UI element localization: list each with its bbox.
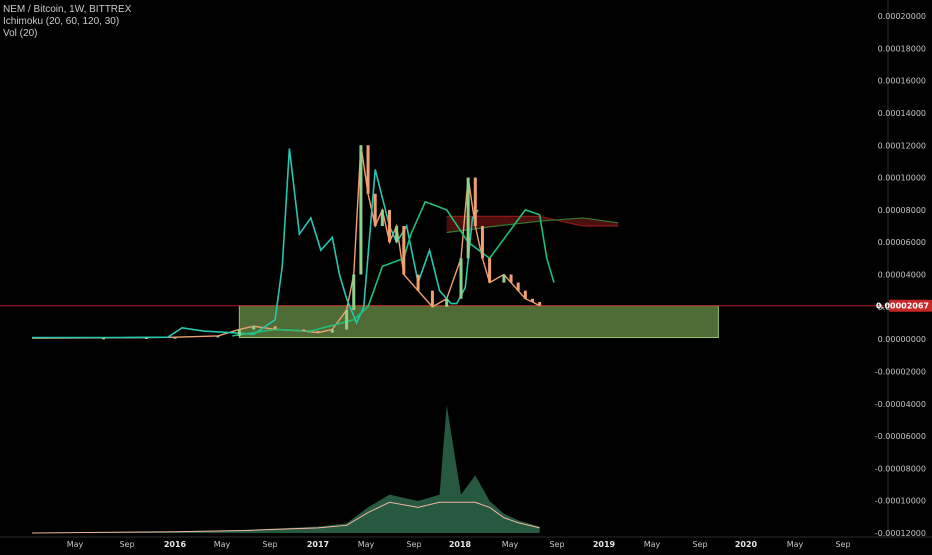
price-candle[interactable] (237, 329, 241, 336)
price-candle[interactable] (366, 145, 370, 194)
price-candle[interactable] (273, 326, 277, 330)
price-candle[interactable] (359, 145, 363, 275)
price-candle[interactable] (395, 226, 399, 243)
chart-canvas[interactable]: May Sep 2016 May Sep 2017 May Sep 2018 May Sep 2019… (0, 0, 932, 550)
y-tick-label: -0.00006000 (875, 432, 926, 441)
price-candle[interactable] (302, 329, 306, 332)
price-candle[interactable] (388, 209, 391, 243)
x-tick-label: 2018 (449, 540, 472, 549)
price-candle[interactable] (144, 337, 148, 340)
chart-legend: NEM / Bitcoin, 1W, BITTREX Ichimoku (20,… (3, 4, 131, 40)
y-tick-label: 0.00012000 (878, 141, 926, 150)
price-candle[interactable] (459, 258, 463, 299)
price-candle[interactable] (523, 290, 527, 299)
y-tick-label: -0.00002000 (875, 367, 926, 376)
x-tick-label: 2020 (735, 540, 758, 549)
y-tick-label: 0.00018000 (878, 44, 926, 53)
y-tick-label: 0.00016000 (878, 77, 926, 86)
price-candle[interactable] (516, 282, 520, 291)
y-tick-label: 0.00004000 (878, 271, 926, 280)
y-tick-label: 0.00014000 (878, 109, 926, 118)
x-tick-label: May (502, 540, 519, 549)
price-candle[interactable] (502, 274, 506, 283)
y-tick-label: 0.00000000 (878, 335, 926, 344)
price-candle[interactable] (173, 337, 177, 339)
price-candle[interactable] (380, 209, 384, 227)
price-candle[interactable] (402, 226, 406, 275)
y-tick-label: -0.00010000 (875, 497, 926, 506)
price-candle[interactable] (352, 274, 356, 311)
price-candle[interactable] (445, 298, 449, 307)
price-candle[interactable] (316, 331, 320, 333)
x-tick-label: 2017 (307, 540, 329, 549)
x-tick-label: May (787, 540, 804, 549)
price-candle[interactable] (216, 335, 220, 338)
support-zone-rect[interactable] (238, 305, 719, 339)
price-pane[interactable] (0, 0, 932, 538)
x-tick-label: May (67, 540, 84, 549)
legend-ichimoku[interactable]: Ichimoku (20, 60, 120, 30) (3, 16, 131, 28)
y-tick-label: 0.00020000 (878, 12, 926, 21)
price-candle[interactable] (373, 193, 377, 227)
current-price-badge: 0.00002067 (876, 299, 932, 312)
price-candle[interactable] (416, 274, 420, 291)
y-tick-label: 0.00010000 (878, 174, 926, 183)
x-tick-label: 2019 (593, 540, 616, 549)
price-candle[interactable] (466, 177, 470, 259)
volume-area (32, 405, 540, 533)
price-candle[interactable] (488, 258, 492, 283)
price-candle[interactable] (473, 177, 477, 227)
price-candle[interactable] (430, 290, 434, 307)
y-tick-label: 0.00008000 (878, 206, 926, 215)
price-candle[interactable] (480, 226, 484, 259)
x-tick-label: Sep (406, 540, 421, 549)
price-candle[interactable] (252, 326, 256, 330)
x-tick-label: May (358, 540, 375, 549)
y-tick-label: 0.00006000 (878, 238, 926, 247)
price-candle[interactable] (509, 274, 513, 283)
x-tick-label: Sep (262, 540, 277, 549)
x-tick-label: Sep (119, 540, 134, 549)
price-candle[interactable] (538, 301, 542, 306)
x-tick-label: Sep (835, 540, 850, 549)
y-tick-label: -0.00004000 (875, 400, 926, 409)
price-candle[interactable] (531, 298, 534, 302)
y-tick-label: -0.00012000 (875, 529, 926, 538)
legend-symbol[interactable]: NEM / Bitcoin, 1W, BITTREX (3, 4, 131, 16)
chart-area[interactable]: May Sep 2016 May Sep 2017 May Sep 2018 May Sep 2019… (0, 0, 932, 550)
price-candle[interactable] (345, 310, 349, 330)
y-tick-label: -0.00008000 (875, 464, 926, 473)
x-axis: May Sep 2016 May Sep 2017 May Sep 2018 May Sep 2019… (67, 540, 851, 549)
x-tick-label: 2016 (164, 540, 187, 549)
current-price-label: 0.00002067 (876, 302, 929, 311)
y-axis: 0.00020000 0.00018000 0.00016000 0.00014000… (875, 12, 932, 538)
x-tick-label: Sep (549, 540, 564, 549)
price-candle[interactable] (330, 329, 334, 333)
legend-volume[interactable]: Vol (20) (3, 28, 131, 40)
x-tick-label: May (644, 540, 661, 549)
x-tick-label: May (214, 540, 231, 549)
price-candle[interactable] (102, 337, 105, 340)
x-tick-label: Sep (692, 540, 707, 549)
